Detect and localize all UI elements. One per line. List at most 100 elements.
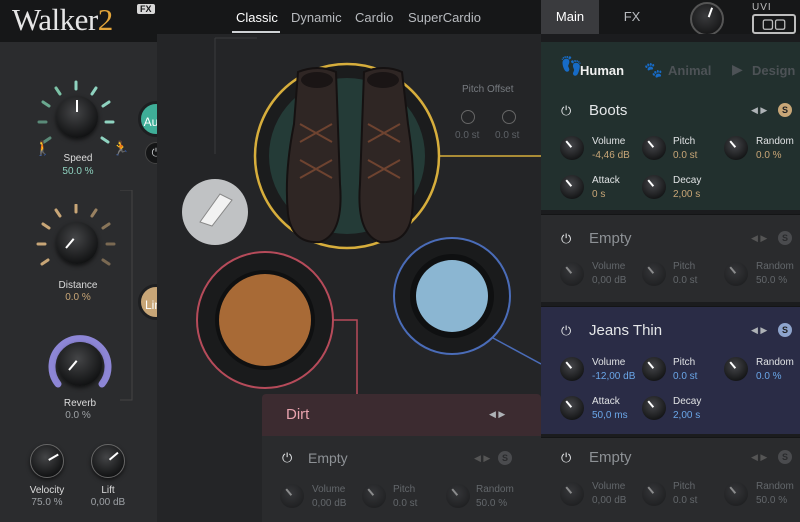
slot1-decay-knob[interactable]	[642, 175, 666, 199]
master-volume-knob[interactable]	[690, 2, 724, 36]
slot1-pitch-label: Pitch	[673, 136, 696, 147]
slot3-title: Jeans Thin	[589, 322, 663, 339]
surface-random-knob[interactable]	[446, 484, 470, 508]
pitch-offset-value-b: 0.0 st	[495, 130, 520, 141]
surface-slot-badge[interactable]: S	[498, 451, 512, 465]
slot2-random-value: 50.0 %	[756, 275, 788, 286]
lift-value: 0,00 dB	[90, 497, 126, 508]
slot2-power-icon[interactable]: ⏻	[561, 231, 571, 247]
tab-main[interactable]: Main	[541, 0, 599, 34]
slot2-random-knob[interactable]	[724, 262, 748, 286]
slot2-title: Empty	[589, 230, 632, 247]
slot3-volume-label: Volume	[592, 357, 626, 368]
knob-pointer	[565, 400, 573, 408]
knob-pointer	[647, 400, 655, 408]
knob-pointer	[565, 361, 573, 369]
slot3-arrows-icon[interactable]: ◀ ▶	[751, 325, 767, 336]
knob-pointer	[647, 179, 655, 187]
surface-slot-title: Empty	[308, 450, 348, 466]
slot3-decay-knob[interactable]	[642, 396, 666, 420]
reverb-label: Reverb	[63, 398, 97, 409]
speed-knob[interactable]	[56, 96, 98, 138]
slot3-volume-value: -12,00 dB	[592, 371, 636, 382]
surface-random-value: 50.0 %	[476, 498, 508, 509]
knob-pointer	[367, 488, 375, 496]
walk-slow-icon: 🚶	[34, 140, 52, 156]
slot1-random-value: 0.0 %	[756, 150, 782, 161]
surface-volume-value: 0,00 dB	[312, 498, 347, 509]
surface-prev-next-icon[interactable]: ◀ ▶	[489, 409, 505, 420]
slot4-random-value: 50.0 %	[756, 495, 788, 506]
mode-tab-classic[interactable]: Classic	[236, 10, 278, 25]
slot2-pitch-knob[interactable]	[642, 262, 666, 286]
knob-pointer	[451, 488, 459, 496]
uvi-logo-icon: ▢▢	[752, 14, 796, 34]
surface-slot-arrows-icon[interactable]: ◀ ▶	[474, 453, 490, 464]
category-human[interactable]: Human	[580, 63, 624, 78]
accessory-tool-icon[interactable]	[194, 186, 238, 230]
slot2	[541, 214, 800, 302]
category-animal[interactable]: Animal	[668, 63, 711, 78]
slot1-power-icon[interactable]: ⏻	[561, 103, 571, 119]
slot4-power-icon[interactable]: ⏻	[561, 450, 571, 466]
category-design[interactable]: Design	[752, 63, 795, 78]
slot2-arrows-icon[interactable]: ◀ ▶	[751, 233, 767, 244]
lift-knob[interactable]	[91, 444, 125, 478]
slot2-pitch-value: 0.0 st	[673, 275, 698, 286]
mode-tab-dynamic[interactable]: Dynamic	[291, 10, 342, 25]
slot3-badge[interactable]: S	[778, 323, 792, 337]
app-logo: Walker2	[12, 2, 113, 37]
tab-fx[interactable]: FX	[603, 0, 661, 34]
slot2-volume-knob[interactable]	[560, 262, 584, 286]
slot1-badge[interactable]: S	[778, 103, 792, 117]
slot3-attack-label: Attack	[592, 396, 620, 407]
slot2-volume-label: Volume	[592, 261, 626, 272]
surface-slot-power-icon[interactable]: ⏻	[282, 450, 292, 466]
slot3-volume-knob[interactable]	[560, 357, 584, 381]
speed-label: Speed	[63, 153, 93, 164]
surface-pitch-label: Pitch	[393, 484, 416, 495]
slot1-random-knob[interactable]	[724, 136, 748, 160]
slot4-arrows-icon[interactable]: ◀ ▶	[751, 452, 767, 463]
mode-tab-cardio[interactable]: Cardio	[355, 10, 393, 25]
slot4-pitch-knob[interactable]	[642, 482, 666, 506]
distance-value: 0.0 %	[65, 292, 91, 303]
slot1-arrows-icon[interactable]: ◀ ▶	[751, 105, 767, 116]
run-fast-icon: 🏃	[112, 140, 130, 156]
slot4-random-knob[interactable]	[724, 482, 748, 506]
velocity-value: 75.0 %	[31, 497, 63, 508]
slot2-badge[interactable]: S	[778, 231, 792, 245]
slot1-attack-knob[interactable]	[560, 175, 584, 199]
slot1-decay-label: Decay	[673, 175, 702, 186]
slot3-power-icon[interactable]: ⏻	[561, 323, 571, 339]
knob-pointer	[565, 486, 573, 494]
slot3-random-label: Random	[756, 357, 794, 368]
logo-fx-badge: FX	[137, 4, 155, 14]
knob-pointer	[647, 140, 655, 148]
knob-pointer	[647, 266, 655, 274]
distance-knob[interactable]	[56, 222, 98, 264]
mode-tab-supercardio[interactable]: SuperCardio	[408, 10, 481, 25]
pitch-offset-knob-a[interactable]	[461, 110, 475, 124]
slot4-volume-knob[interactable]	[560, 482, 584, 506]
slot1-pitch-knob[interactable]	[642, 136, 666, 160]
slot3-pitch-knob[interactable]	[642, 357, 666, 381]
slot3-attack-knob[interactable]	[560, 396, 584, 420]
slot3-decay-value: 2,00 s	[673, 410, 701, 421]
velocity-knob[interactable]	[30, 444, 64, 478]
surface-slot	[262, 436, 541, 522]
slot4-badge[interactable]: S	[778, 450, 792, 464]
reverb-knob[interactable]	[58, 342, 102, 386]
slot3-random-knob[interactable]	[724, 357, 748, 381]
speed-value: 50.0 %	[62, 166, 94, 177]
pitch-offset-knob-b[interactable]	[502, 110, 516, 124]
slot1-random-label: Random	[756, 136, 794, 147]
slot4-random-label: Random	[756, 481, 794, 492]
surface-volume-knob[interactable]	[280, 484, 304, 508]
surface-random-label: Random	[476, 484, 514, 495]
mode-tab-indicator	[232, 31, 280, 33]
slot1-pitch-value: 0.0 st	[673, 150, 698, 161]
surface-pitch-knob[interactable]	[362, 484, 386, 508]
knob-pointer	[729, 361, 737, 369]
slot1-volume-knob[interactable]	[560, 136, 584, 160]
